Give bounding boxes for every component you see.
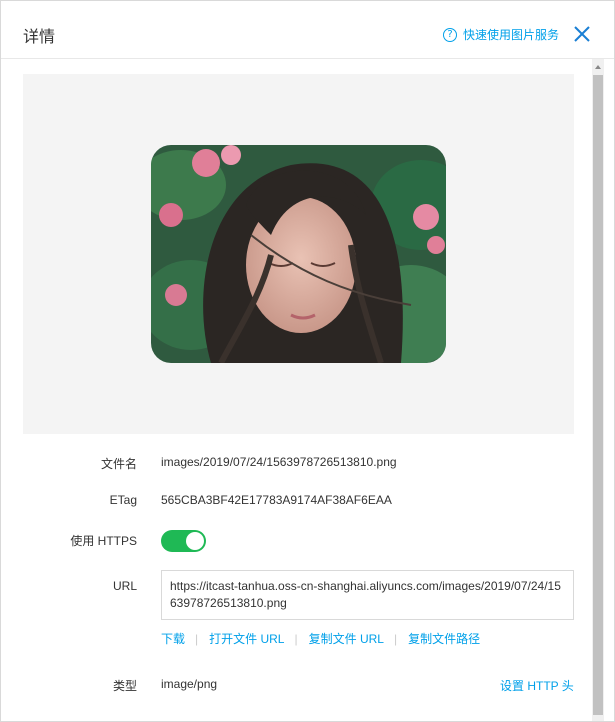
filename-label: 文件名 — [100, 457, 137, 471]
panel-title: 详情 — [23, 29, 56, 46]
image-preview-area — [23, 74, 574, 434]
divider: | — [294, 631, 298, 646]
scrollbar-thumb[interactable] — [593, 75, 603, 715]
copy-path-link[interactable]: 复制文件路径 — [408, 630, 480, 647]
help-circle-icon: ? — [443, 27, 457, 42]
download-link[interactable]: 下载 — [161, 630, 185, 647]
divider: | — [195, 631, 199, 646]
quick-image-service-link[interactable]: ? 快速使用图片服务 — [443, 26, 559, 43]
detail-panel: 详情 ? 快速使用图片服务 文件名 images/2019/07/24/1563… — [0, 0, 615, 722]
url-actions: 下载 | 打开文件 URL | 复制文件 URL | 复制文件路径 — [161, 630, 480, 647]
https-label: 使用 HTTPS — [70, 534, 137, 548]
url-label: URL — [112, 579, 137, 593]
type-value: image/png — [161, 677, 218, 691]
filename-value: images/2019/07/24/1563978726513810.png — [161, 455, 397, 469]
etag-value: 565CBA3BF42E17783A9174AF38AF6EAA — [161, 493, 392, 507]
open-url-link[interactable]: 打开文件 URL — [209, 630, 284, 647]
https-toggle[interactable] — [161, 530, 206, 552]
url-field[interactable]: https://itcast-tanhua.oss-cn-shanghai.al… — [161, 570, 574, 620]
portrait-photo-icon — [151, 145, 446, 363]
quick-image-service-label: 快速使用图片服务 — [463, 28, 560, 42]
divider: | — [393, 631, 398, 646]
vertical-scrollbar[interactable] — [592, 59, 604, 721]
image-preview — [151, 145, 446, 363]
toggle-knob — [186, 532, 204, 550]
type-label: 类型 — [112, 679, 137, 693]
set-http-header-link[interactable]: 设置 HTTP 头 — [500, 677, 574, 694]
close-icon[interactable] — [573, 25, 591, 43]
panel-header: 详情 ? 快速使用图片服务 — [1, 1, 614, 59]
scroll-up-arrow-icon[interactable] — [595, 65, 601, 69]
etag-label: ETag — [109, 493, 137, 507]
copy-url-link[interactable]: 复制文件 URL — [309, 630, 384, 647]
